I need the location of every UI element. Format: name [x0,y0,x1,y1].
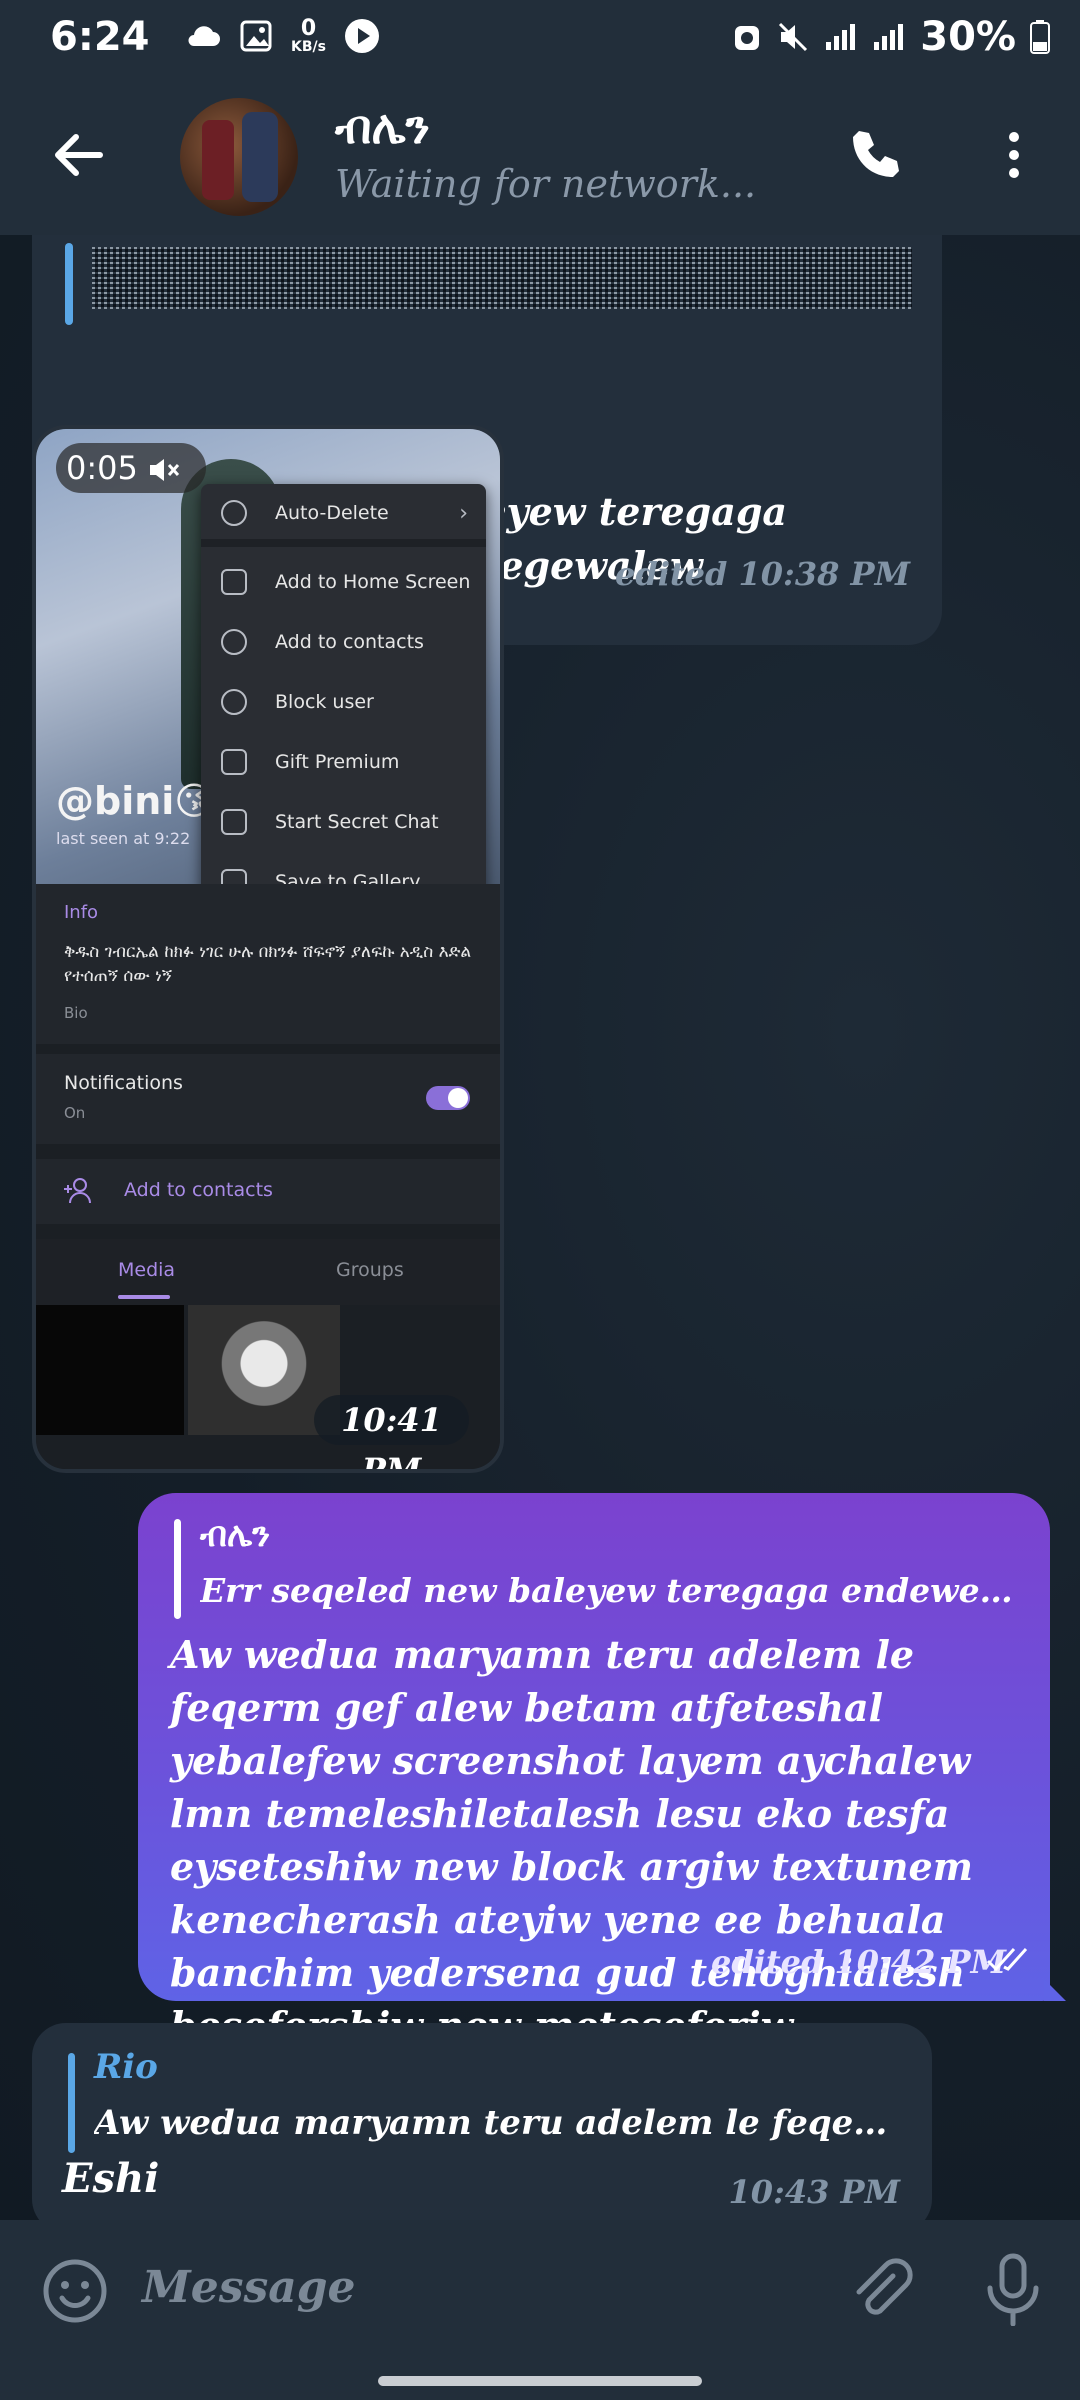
spoiler-text[interactable] [92,247,912,309]
back-arrow-icon[interactable] [48,125,108,185]
reply-preview[interactable]: Err seqeled new baleyew teregaga endewem… [200,1571,1020,1610]
add-person-icon [221,629,247,655]
status-bar: 6:24 0 KB/s 30% [0,0,1080,80]
menu-item-auto-delete: Auto-Delete › [201,487,486,539]
block-icon [221,689,247,715]
screenshot-add-contacts-row: Add to contacts [36,1159,500,1224]
message-text: Eshi [62,2155,160,2202]
mic-icon[interactable] [980,2252,1046,2326]
message-list[interactable]: Err seqeled new baleyew teregaga endewem… [0,235,1080,2220]
more-vert-icon[interactable] [994,125,1034,185]
home-indicator[interactable] [378,2376,702,2386]
signal-icon [826,24,856,50]
gesture-bar [0,2360,1080,2400]
add-square-icon [221,569,247,595]
video-duration: 0:05 [56,443,206,493]
double-check-icon [986,1947,1028,1972]
screenshot-last-seen: last seen at 9:22 [56,829,191,848]
message-meta: edited 10:42 PM [710,1943,1006,1981]
gift-icon [221,749,247,775]
reply-author: ብሌን [200,1515,271,1555]
battery-icon [1030,20,1050,54]
status-time: 6:24 [50,14,150,60]
message-time: 10:41 PM [314,1395,469,1469]
video-message[interactable]: 0:05 @bini😘 last seen at 9:22 Auto-Delet… [32,425,504,1473]
reply-bar [65,243,73,325]
menu-item-add-home: Add to Home Screen [201,556,486,608]
lock-icon [221,809,247,835]
avatar[interactable] [180,98,298,216]
message-meta: edited 10:38 PM [614,555,910,593]
reply-bar [68,2053,75,2153]
attach-icon[interactable] [845,2254,915,2324]
chat-header: ብሌን Waiting for network... [0,80,1080,235]
screenshot-info-panel: Info ቅዱስ ገብርኤል ከክፉ ነገር ሁሉ በክንፉ ሸፍኖኝ ያለፍኩ… [36,884,500,1044]
outgoing-message[interactable]: ብሌን Err seqeled new baleyew teregaga end… [138,1493,1050,2048]
gallery-icon [240,20,272,52]
screenshot-username: @bini😘 [56,779,214,823]
incoming-message[interactable]: Rio Aw wedua maryamn teru adelem le feqe… [32,2023,932,2220]
composer: Message [0,2220,1080,2360]
menu-item-add-contacts: Add to contacts [201,616,486,668]
menu-item-secret-chat: Start Secret Chat [201,796,486,848]
menu-divider [201,539,486,547]
signal-icon-2 [874,24,904,50]
volume-mute-icon[interactable] [148,457,182,483]
video-thumb [36,1305,184,1435]
message-input[interactable]: Message [142,2262,356,2313]
battery-percent: 30% [920,14,1016,60]
add-person-icon [64,1178,91,1204]
cloud-icon [188,26,220,46]
message-meta: 10:43 PM [728,2173,901,2211]
alarm-icon [735,26,760,50]
chevron-right-icon: › [459,500,468,526]
screenshot-context-menu: Auto-Delete › Add to Home Screen Add to … [201,484,486,919]
toggle-icon [426,1086,470,1110]
play-icon [344,19,379,53]
timer-icon [221,500,247,526]
emoji-icon[interactable] [42,2258,108,2324]
phone-icon[interactable] [845,125,905,185]
mute-icon [779,22,808,52]
contact-name[interactable]: ብሌን [335,100,430,156]
reply-bar [174,1519,181,1619]
reply-preview[interactable]: Aw wedua maryamn teru adelem le feqerm g… [94,2103,904,2143]
screenshot-tabs: Media Groups [36,1239,500,1305]
reply-author: Rio [94,2047,158,2087]
menu-item-gift: Gift Premium [201,736,486,788]
net-speed: 0 KB/s [291,16,326,55]
menu-item-block: Block user [201,676,486,728]
screenshot-notifications-row: Notifications On [36,1054,500,1144]
contact-status: Waiting for network... [335,162,757,206]
message-text: Aw wedua maryamn teru adelem le feqerm g… [170,1632,973,2048]
